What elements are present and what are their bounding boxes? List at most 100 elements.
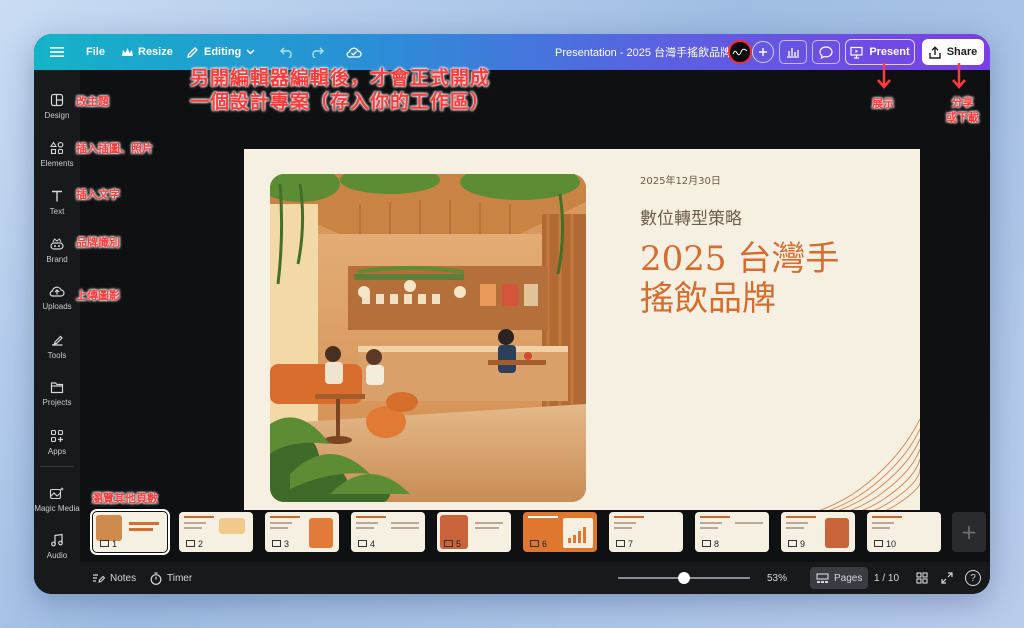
sidebar-divider xyxy=(40,466,74,467)
annotation-share: 分享 或下載 xyxy=(946,95,979,125)
page-thumbnail-8[interactable]: 8 xyxy=(695,512,769,552)
annotation-elements: 插入插圖、照片 xyxy=(76,142,153,155)
redo-icon xyxy=(312,47,324,58)
slide-date[interactable]: 2025年12月30日 xyxy=(640,172,721,187)
page-number: 7 xyxy=(616,539,633,549)
page-thumbnail-2[interactable]: 2 xyxy=(179,512,253,552)
notes-mini-icon xyxy=(530,540,539,547)
page-thumbnail-9[interactable]: 9 xyxy=(781,512,855,552)
fullscreen-button[interactable] xyxy=(941,562,953,594)
notes-button[interactable]: Notes xyxy=(92,562,136,594)
editing-mode-button[interactable]: Editing xyxy=(186,34,255,70)
redo-button[interactable] xyxy=(310,34,324,70)
sidebar-item-apps[interactable]: Apps xyxy=(34,420,80,464)
comment-button[interactable] xyxy=(812,34,840,70)
share-label: Share xyxy=(946,46,978,58)
top-toolbar: File Resize Editing Presentation - 2025 … xyxy=(34,34,990,70)
user-avatar[interactable] xyxy=(728,34,752,70)
notes-mini-icon xyxy=(788,540,797,547)
sidebar-item-brand[interactable]: Brand xyxy=(34,228,80,272)
page-thumbnail-strip: 1 2 3 4 5 6 7 8 9 10 xyxy=(80,509,990,562)
notes-mini-icon xyxy=(702,540,711,547)
zoom-slider[interactable] xyxy=(618,562,750,594)
pages-icon xyxy=(816,572,829,583)
pages-view-button[interactable]: Pages xyxy=(810,562,869,594)
sidebar-item-magic-media[interactable]: Magic Media xyxy=(34,474,80,524)
sidebar-item-projects[interactable]: Projects xyxy=(34,372,80,416)
page-thumbnail-7[interactable]: 7 xyxy=(609,512,683,552)
page-number: 2 xyxy=(186,539,203,549)
annotation-text: 插入文字 xyxy=(76,188,120,201)
add-page-button[interactable]: + xyxy=(952,512,986,552)
page-number: 1 xyxy=(100,539,117,549)
slide-subtitle[interactable]: 數位轉型策略 xyxy=(640,204,742,229)
page-thumbnail-10[interactable]: 10 xyxy=(867,512,941,552)
timer-button[interactable]: Timer xyxy=(150,562,192,594)
brand-icon xyxy=(50,237,64,250)
annotation-share-line1: 分享 xyxy=(951,96,974,109)
document-title[interactable]: Presentation - 2025 台灣手搖飲品牌 xyxy=(555,34,731,70)
page-thumbnail-3[interactable]: 3 xyxy=(265,512,339,552)
annotation-editor-note: 另開編輯器編輯後，才會正式開成 一個設計專案（存入你的工作區） xyxy=(190,66,490,114)
slide-title-line2: 搖飲品牌 xyxy=(640,279,776,319)
slide-title[interactable]: 2025 台灣手 搖飲品牌 xyxy=(640,239,890,319)
plus-icon: + xyxy=(960,520,978,544)
page-number: 9 xyxy=(788,539,805,549)
upload-icon xyxy=(49,286,65,297)
sidebar-item-uploads[interactable]: Uploads xyxy=(34,276,80,320)
page-number: 10 xyxy=(874,539,896,549)
page-thumbnail-1[interactable]: 1 xyxy=(90,509,170,555)
page-thumbnail-5[interactable]: 5 xyxy=(437,512,511,552)
slide-canvas[interactable]: 2025年12月30日 數位轉型策略 2025 台灣手 搖飲品牌 xyxy=(244,149,920,529)
sidebar-item-label: Text xyxy=(49,206,65,216)
editing-label: Editing xyxy=(204,46,242,58)
menu-button[interactable] xyxy=(50,34,64,70)
page-number: 5 xyxy=(444,539,461,549)
sidebar-item-elements[interactable]: Elements xyxy=(34,132,80,176)
resize-label: Resize xyxy=(138,46,173,58)
undo-icon xyxy=(280,47,292,58)
page-thumbnail-4[interactable]: 4 xyxy=(351,512,425,552)
zoom-level[interactable]: 53% xyxy=(767,562,787,594)
share-upload-icon xyxy=(929,45,941,59)
sidebar-item-tools[interactable]: Tools xyxy=(34,324,80,368)
apps-icon xyxy=(50,429,64,442)
left-sidebar: Design Elements Text Brand Uploads Tools… xyxy=(34,70,80,594)
annotation-editor-line1: 另開編輯器編輯後，才會正式開成 xyxy=(190,67,491,89)
insights-button[interactable] xyxy=(779,34,807,70)
hamburger-icon xyxy=(50,47,64,57)
zoom-slider-thumb[interactable] xyxy=(678,572,690,584)
text-icon xyxy=(52,190,62,201)
annotation-uploads: 上傳圖影 xyxy=(76,289,120,302)
canvas-area[interactable]: 2025年12月30日 數位轉型策略 2025 台灣手 搖飲品牌 xyxy=(80,70,990,529)
sidebar-item-label: Design xyxy=(44,110,70,120)
save-status-button[interactable] xyxy=(346,34,362,70)
page-number: 8 xyxy=(702,539,719,549)
cafe-photo[interactable] xyxy=(270,174,586,502)
notes-mini-icon xyxy=(100,540,109,547)
page-counter-text: 1 / 10 xyxy=(874,572,900,584)
crown-icon xyxy=(122,47,133,56)
add-collaborator-button[interactable] xyxy=(752,34,774,70)
grid-view-button[interactable] xyxy=(916,562,928,594)
page-thumbnail-6[interactable]: 6 xyxy=(523,512,597,552)
tools-icon xyxy=(51,335,63,346)
help-button[interactable]: ? xyxy=(965,562,981,594)
sidebar-item-text[interactable]: Text xyxy=(34,180,80,224)
sidebar-item-design[interactable]: Design xyxy=(34,84,80,128)
sidebar-item-label: Magic Media xyxy=(34,503,80,513)
notes-icon xyxy=(93,574,105,583)
design-icon xyxy=(50,93,64,106)
magic-media-icon xyxy=(49,486,64,499)
resize-button[interactable]: Resize xyxy=(122,34,173,70)
notes-mini-icon xyxy=(874,540,883,547)
notes-label: Notes xyxy=(110,572,137,584)
timer-icon xyxy=(150,571,162,585)
annotation-present: 展示 xyxy=(872,97,894,110)
annotation-share-line2: 或下載 xyxy=(946,111,979,124)
undo-button[interactable] xyxy=(280,34,294,70)
file-menu-button[interactable]: File xyxy=(86,34,105,70)
sidebar-item-label: Brand xyxy=(46,254,68,264)
present-label: Present xyxy=(869,46,910,58)
sidebar-item-label: Apps xyxy=(47,446,67,456)
